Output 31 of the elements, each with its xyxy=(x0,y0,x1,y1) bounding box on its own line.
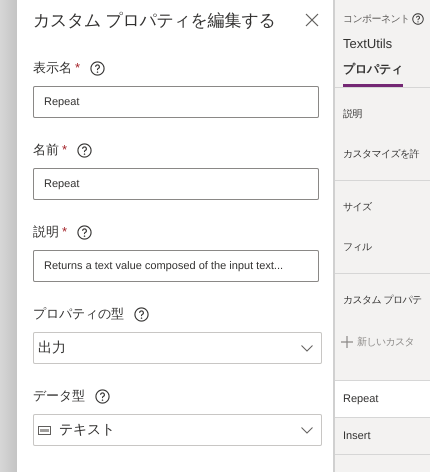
dropdown[interactable]: テキスト xyxy=(33,414,322,446)
help-icon[interactable] xyxy=(90,60,106,76)
dropdown[interactable]: 出力 xyxy=(33,332,322,364)
property-list-item[interactable]: Repeat xyxy=(335,381,430,418)
plus-icon xyxy=(341,336,353,348)
property-label: 説明 xyxy=(342,108,363,122)
property-label: サイズ xyxy=(342,201,373,215)
help-icon[interactable] xyxy=(77,142,92,158)
field-label: プロパティの型 xyxy=(33,305,124,323)
property-list-item[interactable]: Insert xyxy=(335,418,430,455)
property-label: カスタム プロパテ xyxy=(342,294,422,308)
field-label: データ型 xyxy=(33,387,85,405)
dialog-title: カスタム プロパティを編集する xyxy=(33,10,276,32)
component-name: TextUtils xyxy=(343,36,394,51)
text-field[interactable]: Repeat xyxy=(33,168,319,200)
text-field[interactable]: Repeat xyxy=(33,86,319,118)
property-label: フィル xyxy=(342,241,373,255)
chevron-down-icon xyxy=(301,344,313,352)
property-label: カスタマイズを許 xyxy=(342,148,420,162)
help-icon[interactable] xyxy=(95,388,110,404)
chevron-down-icon xyxy=(301,426,313,434)
text-field[interactable]: Returns a text value composed of the input text... xyxy=(33,250,319,282)
field-label: 説明 * xyxy=(33,223,68,241)
panel-heading: コンポーネント xyxy=(343,13,410,26)
field-label: 名前 * xyxy=(33,141,68,159)
help-icon[interactable] xyxy=(134,306,149,322)
properties-tab[interactable]: プロパティ xyxy=(343,61,403,87)
field-label: 表示名 * xyxy=(33,59,80,77)
help-icon[interactable] xyxy=(412,13,424,25)
close-icon[interactable] xyxy=(305,13,319,27)
help-icon[interactable] xyxy=(77,224,92,240)
